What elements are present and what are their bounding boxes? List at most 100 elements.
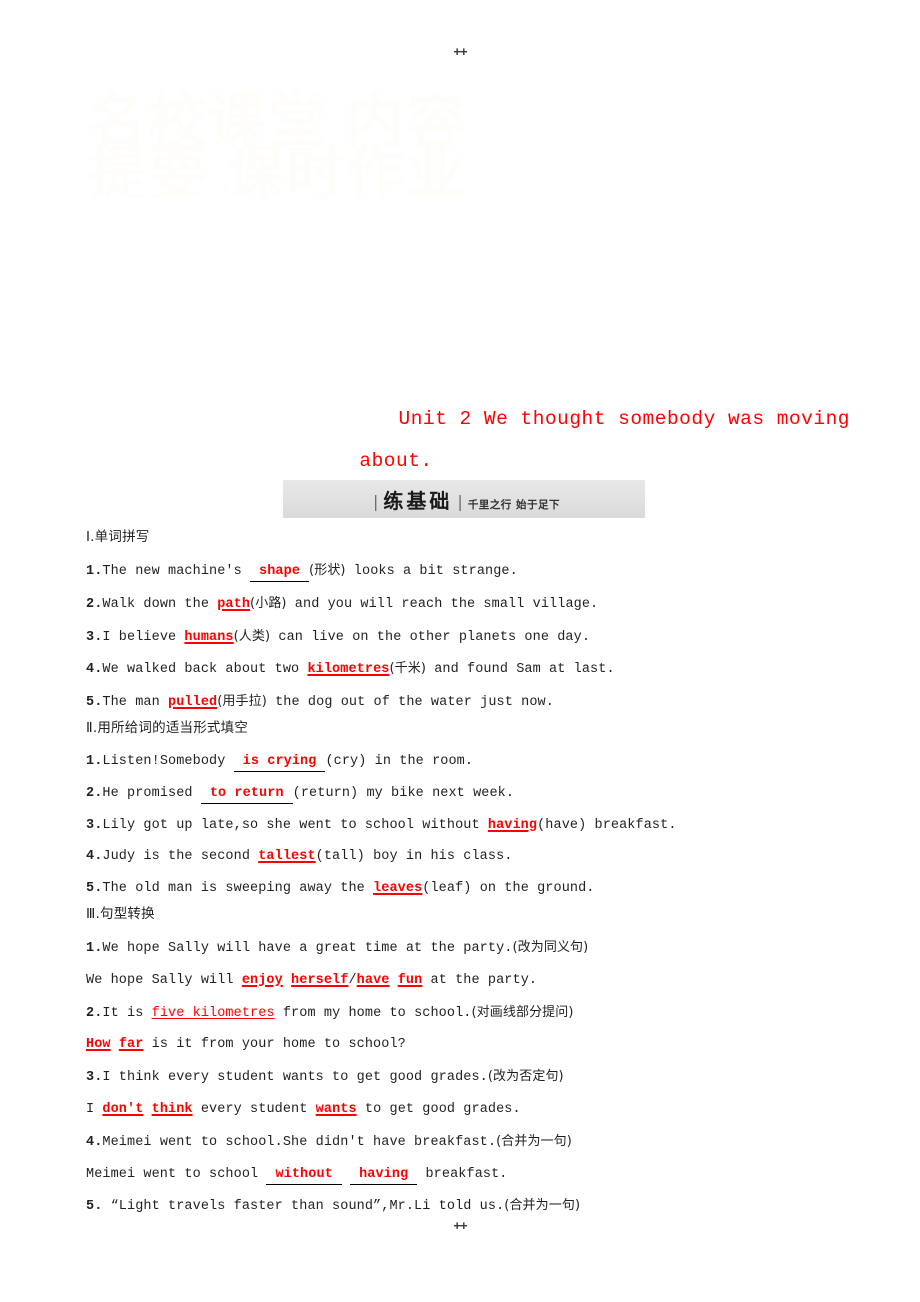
question-number: 3. <box>86 817 103 833</box>
sentence-text: I think every student wants to get good … <box>102 1070 488 1086</box>
banner-left-bar: | <box>373 491 379 511</box>
section-heading: Ⅱ.用所给词的适当形式填空 <box>86 719 249 736</box>
sentence-text: the dog out of the water just now. <box>266 695 554 711</box>
section-heading: Ⅲ.句型转换 <box>86 905 155 922</box>
sentence-text: to get good grades. <box>356 1101 521 1117</box>
sentence-text: every student <box>192 1101 316 1117</box>
question-number: 1. <box>86 564 103 579</box>
answer-word: How <box>86 1037 111 1053</box>
question-line: 3.I believe humans(人类) can live on the o… <box>86 621 846 654</box>
question-line: 2.He promised to return (return) my bike … <box>86 778 846 810</box>
page-bottom-mark: ++ <box>453 1218 467 1233</box>
banner-subtitle: 千里之行 始于足下 <box>467 498 560 511</box>
answer-word: pulled <box>168 695 218 711</box>
sentence-text: “Light travels faster than sound”,Mr.Li … <box>102 1199 505 1215</box>
question-number: 2. <box>86 596 103 612</box>
question-number: 1. <box>86 753 103 769</box>
sentence-text: (tall) boy in his class. <box>315 849 513 865</box>
sentence-text: Lily got up late,so she went to school w… <box>102 817 488 833</box>
chinese-hint: (用手拉) <box>217 694 267 710</box>
question-number: 5. <box>86 695 103 711</box>
page-watermark: 名校课堂 内容提要 课时作业 <box>88 89 467 206</box>
chinese-hint: (对画线部分提问) <box>471 1004 574 1020</box>
sentence-text: I believe <box>102 629 185 645</box>
section-heading: Ⅰ.单词拼写 <box>86 529 150 545</box>
question-line: 1.We hope Sally will have a great time a… <box>86 932 846 965</box>
sentence-text: Meimei went to school <box>86 1166 267 1182</box>
question-line: 2.It is five kilometres from my home to … <box>86 997 846 1030</box>
exercise-content: Ⅰ.单词拼写 1.The new machine's shape (形状) look… <box>86 528 846 1223</box>
sentence-text <box>111 1037 119 1052</box>
sentence-text: Walk down the <box>102 596 218 612</box>
answer-word: think <box>151 1101 193 1117</box>
banner-title: 练基础 <box>383 488 453 513</box>
section-banner: | 练基础 | 千里之行 始于足下 <box>283 480 645 518</box>
answer-word: enjoy <box>241 972 283 988</box>
sentence-text <box>143 1102 151 1117</box>
sentence-text: breakfast. <box>417 1166 508 1182</box>
question-line: 4.Judy is the second tallest(tall) boy i… <box>86 841 846 873</box>
answer-blank: having <box>350 1166 418 1185</box>
answer-line: I don't think every student wants to get… <box>86 1094 846 1126</box>
page-title-line1: Unit 2 We thought somebody was moving <box>398 408 850 430</box>
chinese-hint: (千米) <box>389 661 427 677</box>
sentence-text: (return) my bike next week. <box>292 785 515 801</box>
answer-word: tallest <box>258 849 316 865</box>
question-number: 5. <box>86 881 103 897</box>
sentence-text: and found Sam at last. <box>426 662 615 678</box>
question-number: 3. <box>86 629 103 645</box>
answer-word: fun <box>397 972 423 988</box>
sentence-text: Listen!Somebody <box>102 753 234 769</box>
question-line: 1.Listen!Somebody is crying (cry) in the … <box>86 746 846 778</box>
sentence-text: / <box>348 972 357 988</box>
answer-word: kilometres <box>307 662 390 678</box>
question-line: 5.The man pulled(用手拉) the dog out of the… <box>86 686 846 719</box>
sentence-text: from my home to school. <box>274 1005 472 1021</box>
answer-word: wants <box>315 1101 357 1117</box>
question-line: 5.The old man is sweeping away the leave… <box>86 873 846 905</box>
question-number: 4. <box>86 662 103 678</box>
question-line: 4.We walked back about two kilometres(千米… <box>86 653 846 686</box>
answer-word: humans <box>184 629 234 645</box>
sentence-text: (cry) in the room. <box>325 753 474 769</box>
page-title-line2: about. <box>359 450 433 472</box>
answer-line: Meimei went to school without having bre… <box>86 1159 846 1191</box>
answer-word: path <box>217 596 251 612</box>
sentence-text: at the party. <box>422 972 538 988</box>
sentence-text: We walked back about two <box>102 662 308 678</box>
question-number: 3. <box>86 1070 103 1086</box>
section-banner-inner: | 练基础 | 千里之行 始于足下 <box>368 485 560 514</box>
sentence-text: (have) breakfast. <box>537 817 677 833</box>
sentence-text: can live on the other planets one day. <box>270 629 591 645</box>
question-number: 4. <box>86 849 103 865</box>
sentence-text: I <box>86 1101 103 1117</box>
answer-word: herself <box>291 972 349 988</box>
question-number: 5. <box>86 1199 103 1215</box>
sentence-text: He promised <box>102 785 201 801</box>
chinese-hint: (小路) <box>250 595 287 611</box>
chinese-hint: (改为否定句) <box>487 1069 564 1085</box>
answer-blank: shape <box>250 563 310 582</box>
sentence-text: The new machine's <box>102 564 251 579</box>
sentence-text: The man <box>102 695 169 711</box>
sentence-text: Judy is the second <box>102 849 259 865</box>
sentence-text <box>389 973 397 988</box>
sentence-text: We hope Sally will <box>86 972 242 988</box>
sentence-text: looks a bit strange. <box>345 564 518 579</box>
sentence-text <box>342 1167 350 1182</box>
question-line: 4.Meimei went to school.She didn't have … <box>86 1126 846 1159</box>
answer-line: We hope Sally will enjoy herself/have fu… <box>86 965 846 997</box>
sentence-text: Meimei went to school.She didn't have br… <box>102 1134 497 1150</box>
answer-word: don't <box>102 1101 144 1117</box>
question-line: 3.Lily got up late,so she went to school… <box>86 810 846 842</box>
chinese-hint: (合并为一句) <box>504 1198 581 1214</box>
page-top-mark: ++ <box>453 44 467 59</box>
sentence-text: is it from your home to school? <box>143 1037 406 1053</box>
question-number: 2. <box>86 785 103 801</box>
answer-line: How far is it from your home to school? <box>86 1029 846 1061</box>
answer-word: have <box>356 972 390 988</box>
chinese-hint: (合并为一句) <box>496 1133 572 1149</box>
sentence-text <box>283 973 291 988</box>
chinese-hint: (形状) <box>309 563 346 578</box>
answer-word: far <box>118 1037 144 1053</box>
